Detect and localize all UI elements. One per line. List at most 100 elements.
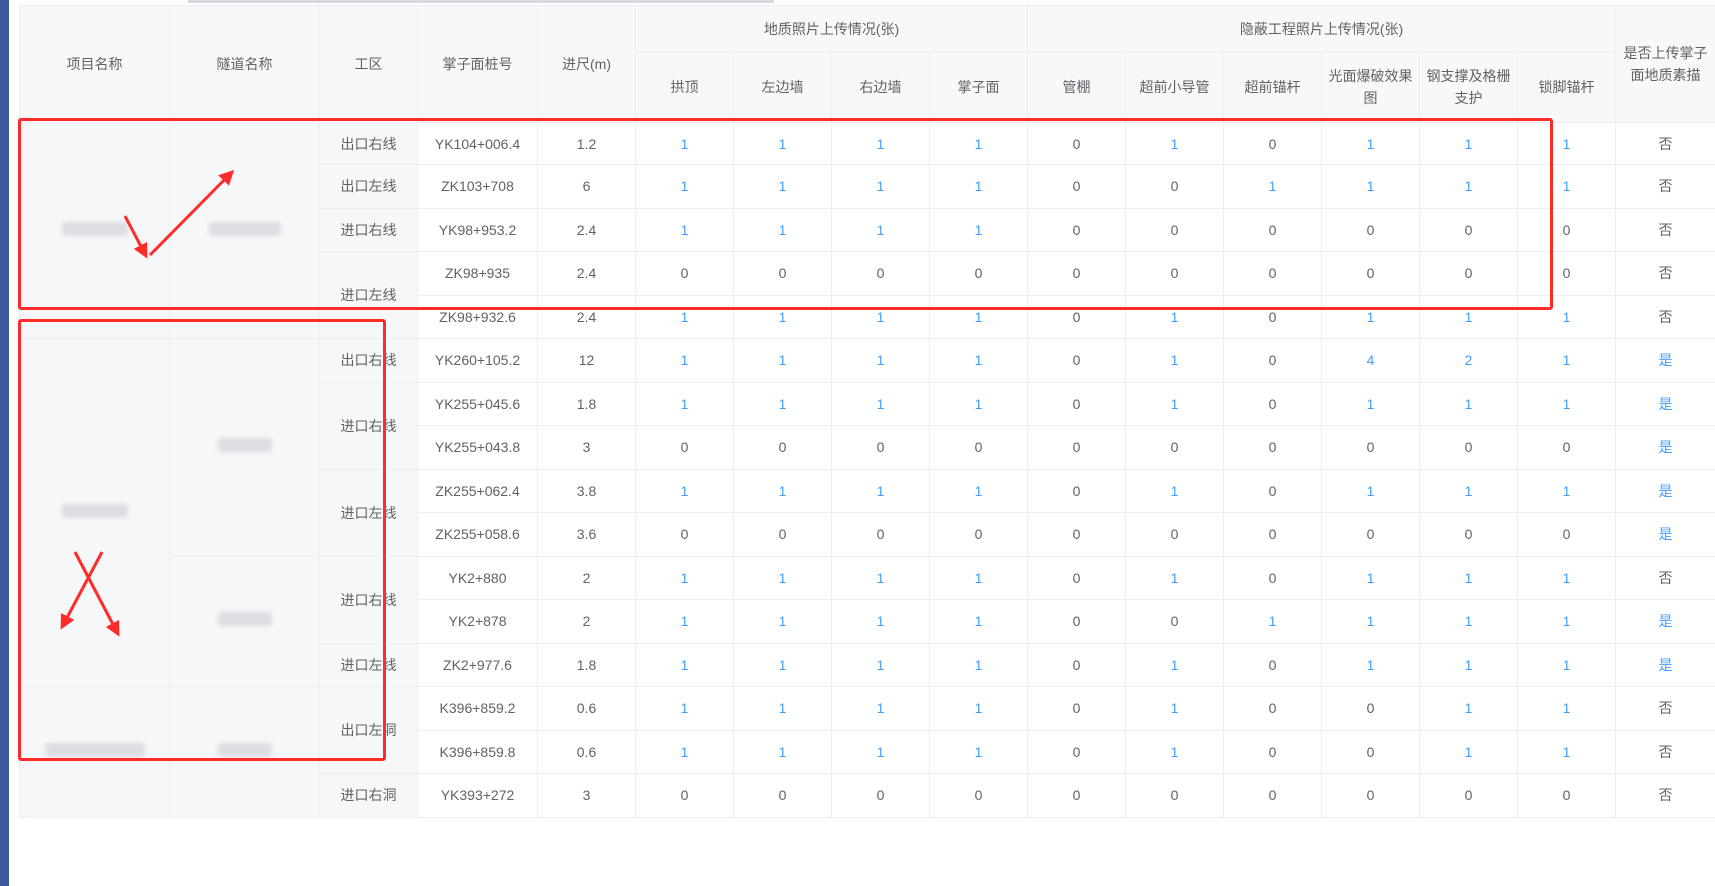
photo-count-link[interactable]: 1: [733, 729, 832, 774]
top-scrollbar[interactable]: [188, 0, 774, 3]
sketch-yes-link[interactable]: 是: [1615, 338, 1715, 383]
photo-count-link[interactable]: 1: [1321, 294, 1421, 339]
photo-count-link[interactable]: 1: [1517, 164, 1617, 209]
photo-count-link[interactable]: 1: [1321, 122, 1421, 165]
photo-count-link[interactable]: 1: [928, 555, 1029, 600]
photo-count-link[interactable]: 1: [1517, 599, 1617, 644]
photo-count-link[interactable]: 1: [928, 468, 1029, 513]
photo-count-link[interactable]: 1: [928, 729, 1029, 774]
photo-count-link[interactable]: 1: [635, 468, 734, 513]
photo-count-link[interactable]: 1: [1125, 294, 1225, 339]
photo-count-link[interactable]: 1: [733, 599, 832, 644]
photo-count-link[interactable]: 1: [831, 686, 930, 731]
photo-count-link[interactable]: 1: [831, 642, 930, 687]
sketch-yes-link[interactable]: 是: [1615, 512, 1715, 557]
photo-count-link[interactable]: 1: [635, 164, 734, 209]
photo-count-link[interactable]: 1: [1321, 555, 1421, 600]
photo-count-link[interactable]: 1: [1419, 599, 1519, 644]
sketch-yes-link[interactable]: 是: [1615, 642, 1715, 687]
photo-count-link[interactable]: 1: [831, 555, 930, 600]
photo-count-link[interactable]: 1: [928, 207, 1029, 252]
photo-count-link[interactable]: 1: [635, 599, 734, 644]
photo-count-link[interactable]: 1: [928, 338, 1029, 383]
photo-count-link[interactable]: 1: [928, 381, 1029, 426]
photo-count-link[interactable]: 1: [1517, 294, 1617, 339]
photo-count-link[interactable]: 1: [635, 338, 734, 383]
photo-count-link[interactable]: 1: [635, 207, 734, 252]
photo-count-cell: 0: [1223, 294, 1323, 339]
sketch-yes-link[interactable]: 是: [1615, 468, 1715, 513]
photo-count-link[interactable]: 1: [928, 122, 1029, 165]
photo-count-link[interactable]: 1: [928, 294, 1029, 339]
photo-count-link[interactable]: 1: [733, 555, 832, 600]
photo-count-link[interactable]: 1: [733, 122, 832, 165]
photo-count-link[interactable]: 1: [831, 207, 930, 252]
photo-count-link[interactable]: 1: [1517, 122, 1617, 165]
photo-count-link[interactable]: 1: [928, 599, 1029, 644]
photo-count-link[interactable]: 1: [1517, 686, 1617, 731]
photo-count-link[interactable]: 1: [928, 686, 1029, 731]
photo-count-link[interactable]: 1: [831, 294, 930, 339]
photo-count-link[interactable]: 1: [1419, 468, 1519, 513]
photo-count-link[interactable]: 1: [733, 686, 832, 731]
photo-count-link[interactable]: 1: [1125, 338, 1225, 383]
photo-count-link[interactable]: 1: [733, 381, 832, 426]
photo-count-link[interactable]: 1: [1419, 381, 1519, 426]
photo-count-link[interactable]: 1: [1419, 642, 1519, 687]
photo-count-link[interactable]: 1: [1223, 164, 1323, 209]
photo-count-link[interactable]: 1: [1419, 729, 1519, 774]
photo-count-link[interactable]: 2: [1419, 338, 1519, 383]
photo-count-link[interactable]: 1: [635, 555, 734, 600]
photo-count-link[interactable]: 1: [831, 468, 930, 513]
photo-count-link[interactable]: 1: [1419, 122, 1519, 165]
photo-count-link[interactable]: 1: [1125, 686, 1225, 731]
photo-count-cell: 0: [1027, 512, 1127, 557]
photo-count-link[interactable]: 1: [1517, 338, 1617, 383]
photo-count-link[interactable]: 1: [1517, 642, 1617, 687]
photo-count-link[interactable]: 1: [733, 338, 832, 383]
photo-count-link[interactable]: 1: [831, 599, 930, 644]
photo-count-link[interactable]: 1: [1517, 468, 1617, 513]
photo-count-link[interactable]: 1: [1321, 642, 1421, 687]
photo-count-link[interactable]: 1: [1419, 555, 1519, 600]
photo-count-link[interactable]: 1: [1321, 468, 1421, 513]
photo-count-link[interactable]: 1: [1419, 294, 1519, 339]
photo-count-link[interactable]: 1: [831, 122, 930, 165]
photo-count-link[interactable]: 1: [733, 468, 832, 513]
photo-count-link[interactable]: 1: [635, 686, 734, 731]
photo-count-link[interactable]: 1: [635, 642, 734, 687]
photo-count-link[interactable]: 1: [928, 164, 1029, 209]
photo-count-link[interactable]: 1: [1223, 599, 1323, 644]
photo-count-link[interactable]: 1: [1321, 599, 1421, 644]
sketch-yes-link[interactable]: 是: [1615, 381, 1715, 426]
photo-count-link[interactable]: 1: [733, 294, 832, 339]
photo-count-link[interactable]: 1: [635, 294, 734, 339]
photo-count-link[interactable]: 1: [1125, 642, 1225, 687]
photo-count-link[interactable]: 1: [928, 642, 1029, 687]
photo-count-link[interactable]: 1: [1419, 164, 1519, 209]
photo-count-link[interactable]: 1: [1517, 729, 1617, 774]
photo-count-link[interactable]: 1: [1419, 686, 1519, 731]
photo-count-link[interactable]: 1: [733, 642, 832, 687]
photo-count-link[interactable]: 1: [831, 381, 930, 426]
photo-count-link[interactable]: 1: [1321, 381, 1421, 426]
photo-count-link[interactable]: 1: [1517, 555, 1617, 600]
photo-count-link[interactable]: 1: [1125, 381, 1225, 426]
photo-count-link[interactable]: 1: [831, 338, 930, 383]
photo-count-link[interactable]: 1: [831, 729, 930, 774]
photo-count-link[interactable]: 1: [1321, 164, 1421, 209]
photo-count-link[interactable]: 1: [1125, 468, 1225, 513]
photo-count-link[interactable]: 1: [1125, 555, 1225, 600]
photo-count-link[interactable]: 1: [1125, 729, 1225, 774]
photo-count-link[interactable]: 1: [1125, 122, 1225, 165]
photo-count-link[interactable]: 1: [733, 207, 832, 252]
sketch-yes-link[interactable]: 是: [1615, 425, 1715, 470]
photo-count-link[interactable]: 1: [635, 729, 734, 774]
photo-count-link[interactable]: 1: [635, 122, 734, 165]
photo-count-link[interactable]: 4: [1321, 338, 1421, 383]
sketch-yes-link[interactable]: 是: [1615, 599, 1715, 644]
photo-count-link[interactable]: 1: [733, 164, 832, 209]
photo-count-link[interactable]: 1: [831, 164, 930, 209]
photo-count-link[interactable]: 1: [635, 381, 734, 426]
photo-count-link[interactable]: 1: [1517, 381, 1617, 426]
